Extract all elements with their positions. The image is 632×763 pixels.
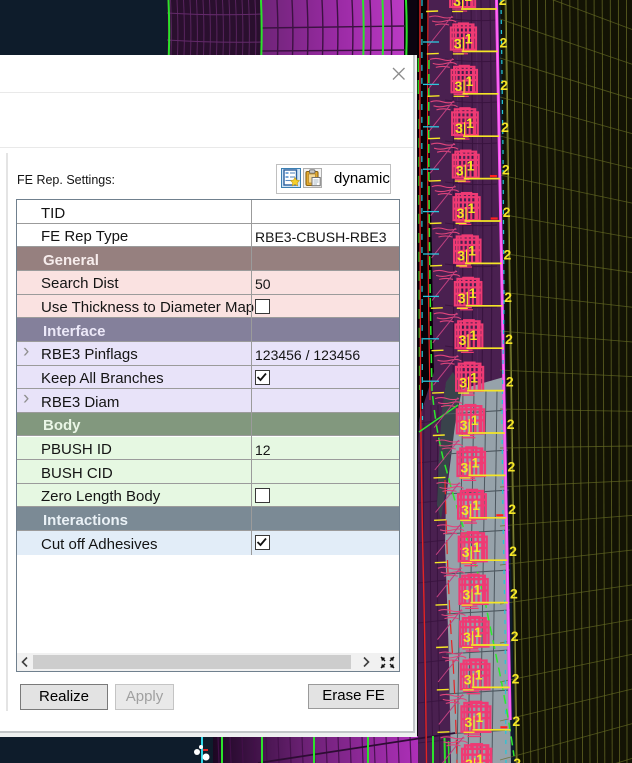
svg-text:1: 1 [470,370,478,386]
svg-text:2: 2 [499,0,507,8]
svg-text:3: 3 [457,205,465,221]
svg-text:1: 1 [473,539,481,555]
svg-text:3: 3 [457,247,465,263]
svg-text:2: 2 [500,77,508,93]
svg-text:1: 1 [466,73,474,89]
svg-text:3: 3 [462,544,470,560]
svg-text:2: 2 [509,543,517,559]
svg-text:3: 3 [460,417,468,433]
svg-text:1: 1 [471,412,479,428]
svg-text:2: 2 [504,246,512,262]
svg-text:1: 1 [469,285,477,301]
svg-text:1: 1 [466,115,474,131]
svg-text:2: 2 [503,204,511,220]
svg-text:2: 2 [512,713,520,729]
svg-text:2: 2 [500,34,508,50]
svg-text:1: 1 [474,624,482,640]
svg-text:3: 3 [463,587,471,603]
svg-text:3: 3 [453,0,461,9]
svg-text:2: 2 [512,670,520,686]
svg-text:1: 1 [472,454,480,470]
svg-text:1: 1 [475,666,483,682]
svg-text:3: 3 [459,375,467,391]
svg-text:2: 2 [506,374,514,390]
svg-text:3: 3 [464,671,472,687]
svg-text:1: 1 [468,242,476,258]
svg-text:3: 3 [463,629,471,645]
svg-text:2: 2 [505,331,513,347]
svg-text:2: 2 [511,628,519,644]
svg-text:1: 1 [476,709,484,725]
svg-text:2: 2 [508,458,516,474]
svg-text:2: 2 [510,586,518,602]
svg-text:2: 2 [507,416,515,432]
svg-text:2: 2 [501,119,509,135]
svg-text:3: 3 [455,120,463,136]
svg-text:3: 3 [461,502,469,518]
svg-text:3: 3 [455,78,463,94]
svg-text:3: 3 [459,332,467,348]
svg-text:2: 2 [508,501,516,517]
svg-text:1: 1 [470,327,478,343]
svg-text:2: 2 [502,162,510,178]
svg-text:1: 1 [472,497,480,513]
svg-text:1: 1 [465,30,473,46]
svg-text:1: 1 [467,158,475,174]
svg-text:2: 2 [504,289,512,305]
svg-text:3: 3 [465,756,473,763]
svg-text:1: 1 [476,751,484,763]
svg-text:1: 1 [468,200,476,216]
svg-text:3: 3 [454,35,462,51]
svg-text:3: 3 [465,714,473,730]
svg-text:1: 1 [474,582,482,598]
svg-text:3: 3 [456,163,464,179]
svg-text:3: 3 [458,290,466,306]
svg-text:1: 1 [464,0,472,4]
svg-text:2: 2 [513,755,521,763]
svg-text:3: 3 [461,459,469,475]
